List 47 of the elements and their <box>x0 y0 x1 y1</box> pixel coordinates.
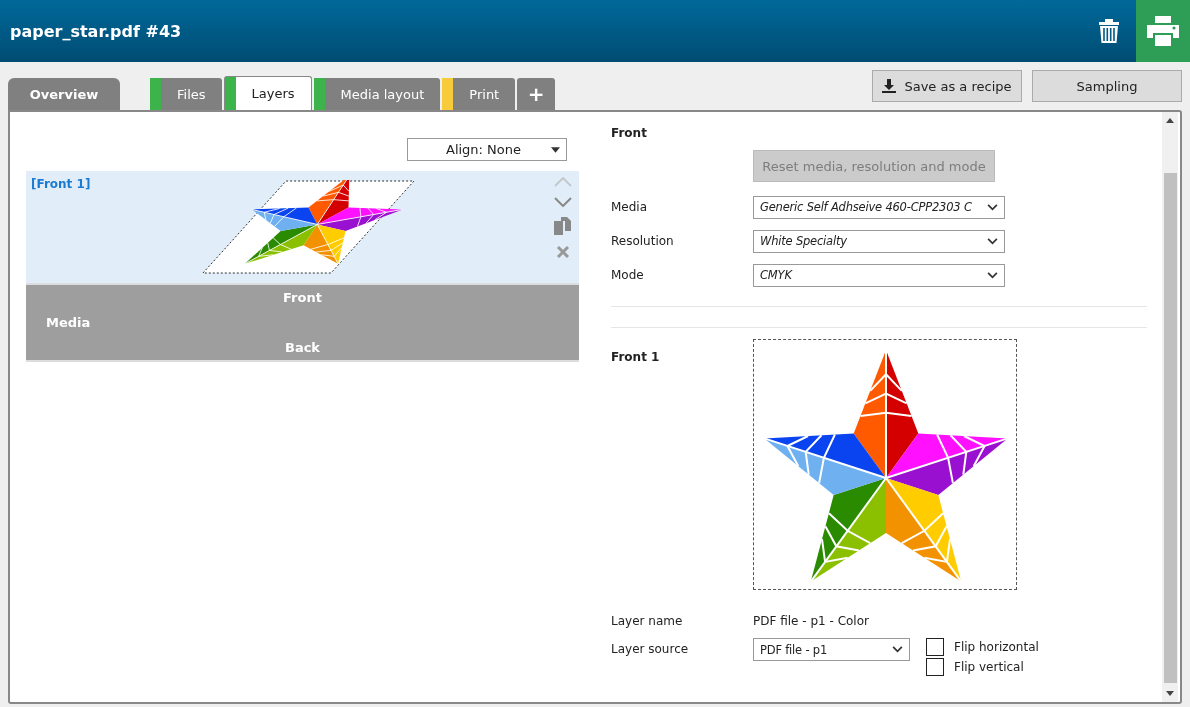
tab[interactable]: Media layout <box>313 78 441 110</box>
tab[interactable]: Print <box>442 78 516 110</box>
chevron-down-icon <box>987 271 998 279</box>
scroll-down-icon[interactable] <box>1166 691 1174 696</box>
field-label: Layer source <box>611 641 690 656</box>
select-field[interactable]: PDF file - p1 <box>753 638 910 661</box>
tab[interactable]: Overview <box>8 78 120 110</box>
field-label: Resolution <box>611 234 675 248</box>
chevron-down-icon <box>987 203 998 211</box>
scrollbar[interactable] <box>1162 112 1178 702</box>
trash-icon[interactable] <box>1098 18 1120 44</box>
layer-name-value: PDF file - p1 - Color <box>753 614 869 628</box>
download-icon <box>882 79 897 93</box>
field-label: Layer name <box>611 614 684 628</box>
window-title: paper_star.pdf #43 <box>9 21 182 41</box>
select-field[interactable]: CMYK <box>753 263 1005 287</box>
copy-icon[interactable] <box>554 217 572 235</box>
section-heading: Front <box>611 126 648 140</box>
checkbox-label: Flip vertical <box>954 660 1024 674</box>
select-field[interactable]: White Specialty <box>753 229 1005 253</box>
action-button[interactable]: Save as a recipe <box>872 70 1022 102</box>
action-button[interactable]: Sampling <box>1032 70 1182 102</box>
tab[interactable]: Layers <box>223 76 312 110</box>
checkbox-label: Flip horizontal <box>954 640 1039 654</box>
chevron-down-icon <box>987 237 998 245</box>
media-back-label: Back <box>284 340 320 355</box>
tab[interactable]: Files <box>150 78 222 110</box>
print-button[interactable] <box>1136 0 1190 62</box>
scrollbar-thumb[interactable] <box>1163 173 1177 683</box>
media-label: Media <box>45 315 92 330</box>
media-front-label: Front <box>283 290 322 305</box>
add-tab-button[interactable]: + <box>517 78 556 110</box>
checkbox[interactable] <box>926 658 944 676</box>
layer-item[interactable]: [Front 1] <box>26 171 579 285</box>
delete-icon[interactable] <box>556 245 570 259</box>
layer-label: [Front 1] <box>30 176 92 193</box>
printer-icon <box>1147 16 1179 46</box>
field-label: Mode <box>611 268 645 282</box>
chevron-down-icon <box>892 646 903 653</box>
select-field[interactable]: Generic Self Adhseive 460-CPP2303 C <box>753 195 1005 219</box>
field-label: Media <box>611 200 649 214</box>
scroll-up-icon[interactable] <box>1166 118 1174 123</box>
align-dropdown[interactable]: Align: None <box>407 138 567 161</box>
dropdown-arrow-icon <box>551 146 560 153</box>
chevron-down-icon[interactable] <box>554 197 572 207</box>
section-heading: Front 1 <box>611 350 661 366</box>
checkbox[interactable] <box>926 638 944 656</box>
